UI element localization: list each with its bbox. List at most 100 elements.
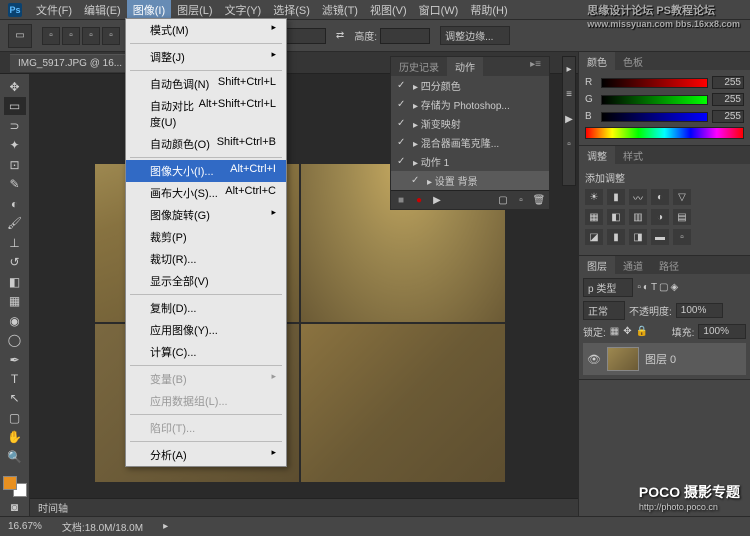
action-item[interactable]: ✓▸ 混合器画笔克隆... [391, 133, 549, 152]
b-slider[interactable] [601, 112, 708, 122]
hand-tool[interactable]: ✋ [4, 429, 26, 446]
color-swatches[interactable] [3, 476, 27, 497]
menu-item[interactable]: 计算(C)... [126, 341, 286, 363]
layers-tab[interactable]: 图层 [579, 256, 615, 274]
menu-9[interactable]: 帮助(H) [464, 0, 513, 20]
adj-gradient-icon[interactable]: ▬ [651, 229, 669, 245]
panel-menu-icon[interactable]: ▸≡ [522, 57, 549, 76]
trash-icon[interactable]: 🗑 [531, 193, 547, 207]
strip-icon-1[interactable]: ▸ [563, 57, 575, 81]
action-item[interactable]: ✓▸ 四分颜色 [391, 76, 549, 95]
opacity-value[interactable]: 100% [676, 303, 724, 318]
crop-tool[interactable]: ⊡ [4, 156, 26, 173]
menu-item[interactable]: 画布大小(S)...Alt+Ctrl+C [126, 182, 286, 204]
history-tab[interactable]: 历史记录 [391, 57, 447, 76]
action-item[interactable]: ✓▸ 动作 1 [391, 152, 549, 171]
lasso-tool[interactable]: ⊃ [4, 117, 26, 134]
action-item[interactable]: ✓▸ 存储为 Photoshop... [391, 95, 549, 114]
stop-icon[interactable]: ■ [393, 193, 409, 207]
styles-tab[interactable]: 样式 [615, 146, 651, 164]
fill-value[interactable]: 100% [698, 324, 746, 339]
marquee-tool[interactable]: ▭ [4, 97, 26, 114]
menu-1[interactable]: 编辑(E) [78, 0, 127, 20]
color-tab[interactable]: 颜色 [579, 52, 615, 70]
g-value[interactable]: 255 [712, 93, 744, 106]
document-tab[interactable]: IMG_5917.JPG @ 16... [10, 54, 130, 72]
menu-item[interactable]: 裁切(R)... [126, 248, 286, 270]
menu-item[interactable]: 应用图像(Y)... [126, 319, 286, 341]
shape-tool[interactable]: ▢ [4, 409, 26, 426]
lock-all-icon[interactable]: 🔒 [636, 326, 648, 337]
layer-name[interactable]: 图层 0 [645, 351, 676, 367]
lock-position-icon[interactable]: ✥ [623, 326, 631, 337]
heal-tool[interactable]: ◐ [4, 195, 26, 212]
tool-preset-icon[interactable]: ▭ [8, 24, 32, 48]
zoom-level[interactable]: 16.67% [8, 521, 42, 532]
status-arrow-icon[interactable]: ▸ [163, 521, 168, 532]
pen-tool[interactable]: ✒ [4, 351, 26, 368]
paths-tab[interactable]: 路径 [651, 256, 687, 274]
filter-adjust-icon[interactable]: ◐ [643, 282, 649, 293]
filter-shape-icon[interactable]: ▢ [659, 282, 668, 293]
r-slider[interactable] [601, 78, 708, 88]
adj-mixer-icon[interactable]: ◑ [651, 209, 669, 225]
menu-item[interactable]: 图像旋转(G) [126, 204, 286, 226]
wand-tool[interactable]: ✦ [4, 136, 26, 153]
foreground-swatch[interactable] [3, 476, 17, 490]
menu-7[interactable]: 视图(V) [364, 0, 413, 20]
filter-smart-icon[interactable]: ◈ [671, 282, 679, 293]
adj-curves-icon[interactable]: 〰 [629, 189, 647, 205]
r-value[interactable]: 255 [712, 76, 744, 89]
layer-row[interactable]: 👁 图层 0 [583, 343, 746, 375]
marquee-mode-icons[interactable]: ▫ ▫ ▫ ▫ [42, 27, 120, 45]
zoom-tool[interactable]: 🔍 [4, 448, 26, 465]
b-value[interactable]: 255 [712, 110, 744, 123]
swatches-tab[interactable]: 色板 [615, 52, 651, 70]
gradient-tool[interactable]: ▦ [4, 292, 26, 309]
menu-8[interactable]: 窗口(W) [413, 0, 465, 20]
height-input[interactable] [380, 28, 430, 44]
action-item[interactable]: ✓▸ 设置 背景 [391, 171, 549, 190]
adj-select-icon[interactable]: ▫ [673, 229, 691, 245]
menu-item[interactable]: 自动颜色(O)Shift+Ctrl+B [126, 133, 286, 155]
menu-2[interactable]: 图像(I) [127, 0, 171, 20]
lock-pixels-icon[interactable]: ▦ [610, 326, 619, 337]
adj-photo-icon[interactable]: ▥ [629, 209, 647, 225]
type-tool[interactable]: T [4, 370, 26, 387]
visibility-icon[interactable]: 👁 [587, 353, 601, 366]
menu-item[interactable]: 模式(M) [126, 19, 286, 41]
menu-0[interactable]: 文件(F) [30, 0, 78, 20]
strip-icon-4[interactable]: ▫ [563, 132, 575, 156]
history-brush-tool[interactable]: ↺ [4, 253, 26, 270]
menu-item[interactable]: 复制(D)... [126, 297, 286, 319]
adj-hue-icon[interactable]: ▦ [585, 209, 603, 225]
dodge-tool[interactable]: ◯ [4, 331, 26, 348]
blur-tool[interactable]: ◉ [4, 312, 26, 329]
menu-item[interactable]: 分析(A) [126, 444, 286, 466]
path-tool[interactable]: ↖ [4, 390, 26, 407]
g-slider[interactable] [601, 95, 708, 105]
action-item[interactable]: ✓▸ 渐变映射 [391, 114, 549, 133]
adj-bw-icon[interactable]: ◧ [607, 209, 625, 225]
menu-item[interactable]: 显示全部(V) [126, 270, 286, 292]
brush-tool[interactable]: 🖌 [4, 214, 26, 231]
menu-3[interactable]: 图层(L) [171, 0, 218, 20]
adj-exposure-icon[interactable]: ◐ [651, 189, 669, 205]
blend-mode-dropdown[interactable]: 正常 [583, 301, 625, 320]
doc-size[interactable]: 文档:18.0M/18.0M [62, 519, 143, 534]
layer-kind-filter[interactable]: p 类型 [583, 278, 633, 297]
hue-strip[interactable] [585, 127, 744, 139]
collapsed-panel-strip[interactable]: ▸ ≡ ▶ ▫ [562, 56, 576, 186]
refine-edge-button[interactable]: 调整边缘... [440, 26, 510, 45]
channels-tab[interactable]: 通道 [615, 256, 651, 274]
stamp-tool[interactable]: ⊥ [4, 234, 26, 251]
swap-icon[interactable]: ⇄ [336, 30, 344, 41]
adj-brightness-icon[interactable]: ☀ [585, 189, 603, 205]
timeline-panel[interactable]: 时间轴 [30, 498, 578, 516]
filter-pixel-icon[interactable]: ▫ [637, 282, 641, 293]
adj-vibrance-icon[interactable]: ▽ [673, 189, 691, 205]
adj-levels-icon[interactable]: ▮ [607, 189, 625, 205]
menu-item[interactable]: 调整(J) [126, 46, 286, 68]
menu-item[interactable]: 自动对比度(U)Alt+Shift+Ctrl+L [126, 95, 286, 133]
record-icon[interactable]: ● [411, 193, 427, 207]
